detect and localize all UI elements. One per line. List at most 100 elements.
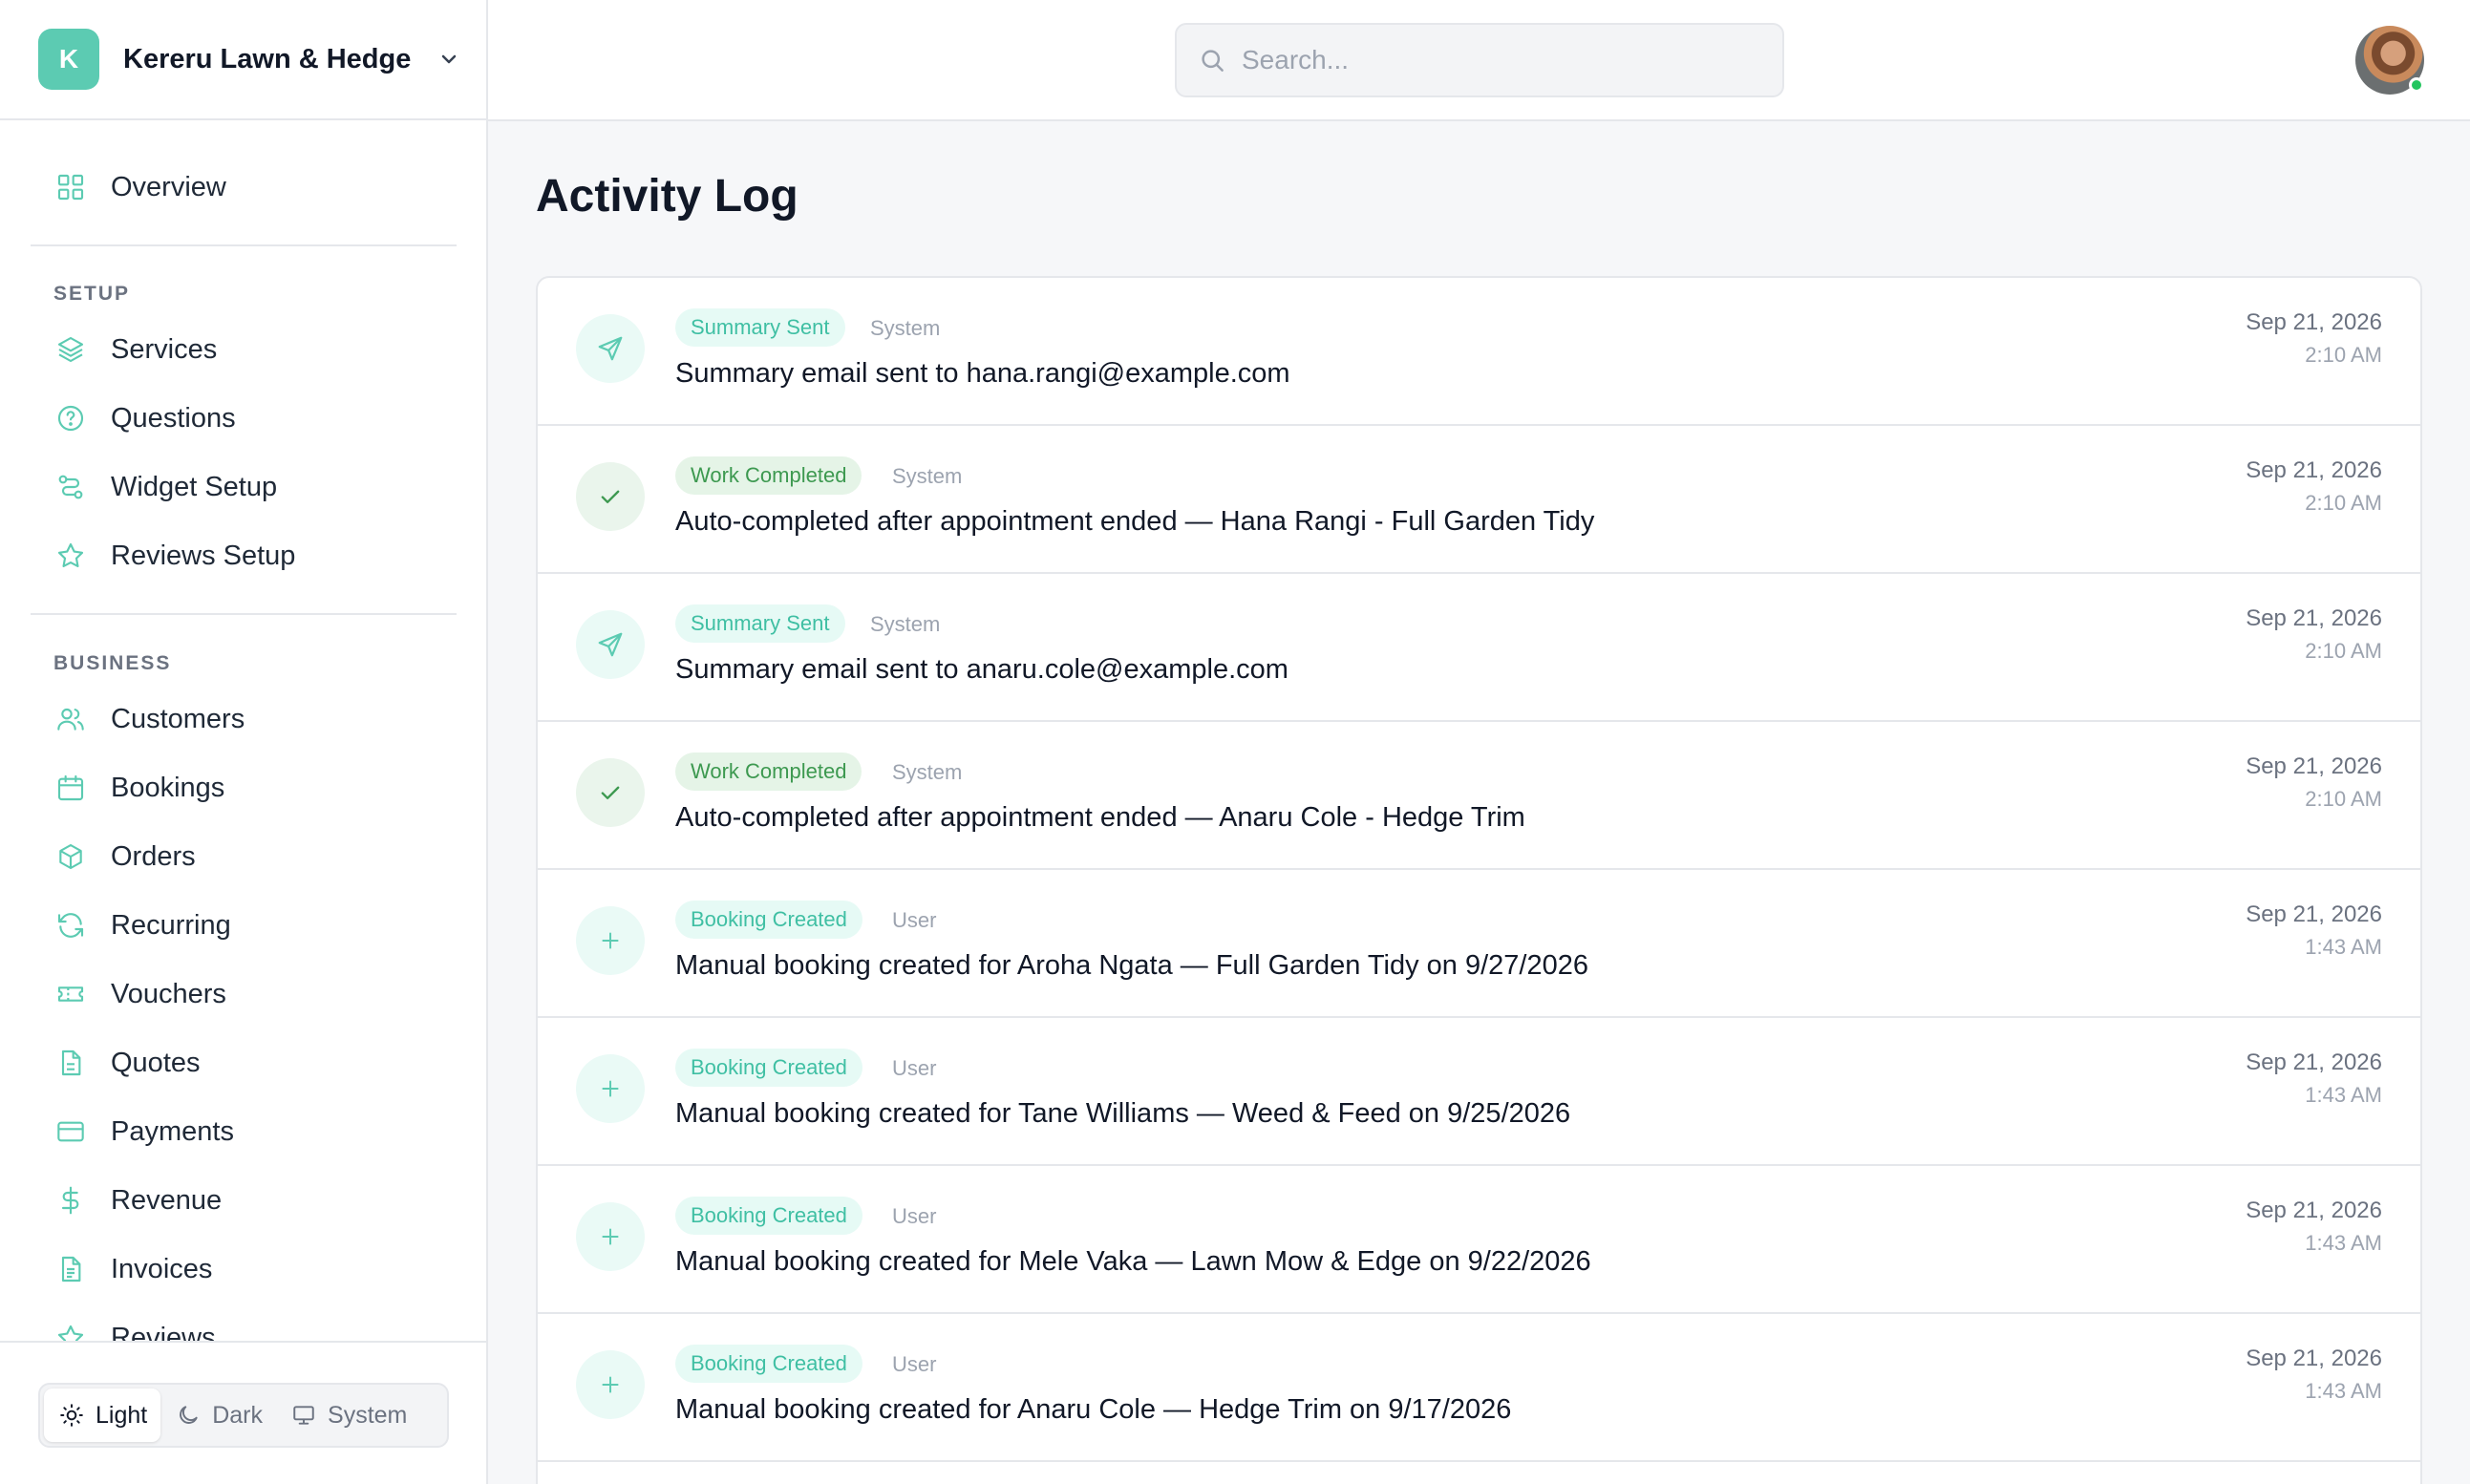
activity-row: Work Completed System Auto-completed aft… <box>538 722 2420 870</box>
sidebar-item-reviews-setup[interactable]: Reviews Setup <box>31 525 457 586</box>
star-icon <box>53 539 88 573</box>
business-name: Kereru Lawn & Hedge <box>123 43 412 74</box>
box-icon <box>53 839 88 874</box>
layers-icon <box>53 332 88 367</box>
chevron-down-icon <box>436 46 462 73</box>
theme-light-button[interactable]: Light <box>44 1389 161 1442</box>
theme-dark-button[interactable]: Dark <box>160 1389 276 1442</box>
activity-actor: System <box>892 464 963 488</box>
sidebar-item-widget-setup[interactable]: Widget Setup <box>31 456 457 518</box>
activity-type-badge: Work Completed <box>675 753 862 791</box>
activity-description: Manual booking created for Anaru Cole — … <box>675 1394 1512 1425</box>
activity-type-badge: Booking Created <box>675 1049 862 1087</box>
activity-description: Summary email sent to anaru.cole@example… <box>675 654 1288 685</box>
sidebar-item-overview[interactable]: Overview <box>31 157 457 218</box>
sidebar-item-label: Bookings <box>111 772 225 803</box>
plus-icon <box>576 1350 645 1419</box>
sidebar-item-bookings[interactable]: Bookings <box>31 757 457 818</box>
sidebar-item-invoices[interactable]: Invoices <box>31 1239 457 1300</box>
activity-type-badge: Booking Created <box>675 901 862 939</box>
sidebar-item-revenue[interactable]: Revenue <box>31 1170 457 1231</box>
activity-actor: User <box>892 1056 937 1080</box>
business-logo: K <box>38 29 99 90</box>
theme-system-button[interactable]: System <box>276 1389 420 1442</box>
sidebar-item-label: Quotes <box>111 1047 201 1078</box>
users-icon <box>53 702 88 736</box>
sidebar-item-label: Orders <box>111 840 196 872</box>
theme-toggle: Light Dark System <box>38 1383 449 1448</box>
activity-actor: System <box>892 760 963 784</box>
sidebar-item-recurring[interactable]: Recurring <box>31 895 457 956</box>
activity-description: Auto-completed after appointment ended —… <box>675 506 1595 537</box>
activity-type-badge: Booking Created <box>675 1345 862 1383</box>
activity-actor: User <box>892 1204 937 1228</box>
sidebar-item-payments[interactable]: Payments <box>31 1101 457 1162</box>
activity-description: Manual booking created for Tane Williams… <box>675 1098 1571 1129</box>
activity-type-badge: Work Completed <box>675 456 862 495</box>
document-icon <box>53 1252 88 1286</box>
search-icon <box>1198 46 1226 74</box>
activity-time: 2:10 AM <box>2305 787 2382 811</box>
search-box[interactable] <box>1175 23 1784 97</box>
topbar <box>488 0 2470 121</box>
sidebar-item-questions[interactable]: Questions <box>31 388 457 449</box>
sidebar-item-label: Widget Setup <box>111 471 278 502</box>
activity-date: Sep 21, 2026 <box>2246 1049 2382 1075</box>
sidebar-nav: Overview SETUP Services Questions Widget… <box>0 120 486 1341</box>
activity-actor: User <box>892 1352 937 1376</box>
sidebar-item-orders[interactable]: Orders <box>31 826 457 887</box>
activity-time: 1:43 AM <box>2305 935 2382 959</box>
sun-icon <box>57 1401 86 1430</box>
online-status-indicator <box>2409 77 2424 93</box>
activity-date: Sep 21, 2026 <box>2246 309 2382 335</box>
page-title: Activity Log <box>536 171 798 222</box>
activity-row: Summary Sent System Summary email sent t… <box>538 574 2420 722</box>
activity-actor: User <box>892 908 937 932</box>
search-input[interactable] <box>1242 45 1757 75</box>
sidebar-item-label: Payments <box>111 1115 234 1147</box>
dollar-icon <box>53 1183 88 1218</box>
check-icon <box>576 462 645 531</box>
sidebar-item-label: Reviews Setup <box>111 540 296 571</box>
activity-type-badge: Booking Created <box>675 1197 862 1235</box>
sidebar-item-services[interactable]: Services <box>31 319 457 380</box>
theme-bar: Light Dark System <box>0 1341 486 1484</box>
activity-description: Auto-completed after appointment ended —… <box>675 802 1525 833</box>
activity-row: Booking Created User Manual booking crea… <box>538 870 2420 1018</box>
sidebar-item-reviews[interactable]: Reviews <box>31 1307 457 1341</box>
sidebar-item-quotes[interactable]: Quotes <box>31 1032 457 1093</box>
business-switcher[interactable]: K Kereru Lawn & Hedge <box>0 0 486 120</box>
activity-description: Summary email sent to hana.rangi@example… <box>675 358 1290 389</box>
sidebar-item-label: Invoices <box>111 1253 213 1284</box>
sidebar-item-vouchers[interactable]: Vouchers <box>31 964 457 1025</box>
sidebar-item-label: Reviews <box>111 1322 216 1342</box>
sidebar-item-label: Revenue <box>111 1184 223 1216</box>
nav-divider <box>31 244 457 246</box>
sidebar-item-customers[interactable]: Customers <box>31 689 457 750</box>
activity-row: Booking Created User Manual booking crea… <box>538 1018 2420 1166</box>
sidebar-item-label: Questions <box>111 402 236 434</box>
avatar[interactable] <box>2355 26 2424 95</box>
activity-date: Sep 21, 2026 <box>2246 605 2382 631</box>
moon-icon <box>174 1401 202 1430</box>
star-icon <box>53 1321 88 1341</box>
activity-time: 1:43 AM <box>2305 1231 2382 1255</box>
theme-light-label: Light <box>96 1401 148 1429</box>
activity-date: Sep 21, 2026 <box>2246 901 2382 927</box>
activity-row: Booking Created User Manual booking crea… <box>538 1314 2420 1462</box>
activity-description: Manual booking created for Mele Vaka — L… <box>675 1246 1591 1277</box>
nav-divider <box>31 613 457 615</box>
calendar-icon <box>53 771 88 805</box>
sidebar-item-label: Overview <box>111 171 226 202</box>
activity-type-badge: Summary Sent <box>675 308 845 347</box>
activity-actor: System <box>870 316 941 340</box>
monitor-icon <box>289 1401 318 1430</box>
activity-description: Manual booking created for Aroha Ngata —… <box>675 950 1588 981</box>
activity-time: 2:10 AM <box>2305 491 2382 515</box>
ticket-icon <box>53 977 88 1011</box>
activity-date: Sep 21, 2026 <box>2246 753 2382 779</box>
sidebar-item-label: Recurring <box>111 909 231 941</box>
plus-icon <box>576 906 645 975</box>
grid-icon <box>53 170 88 204</box>
theme-dark-label: Dark <box>212 1401 264 1429</box>
